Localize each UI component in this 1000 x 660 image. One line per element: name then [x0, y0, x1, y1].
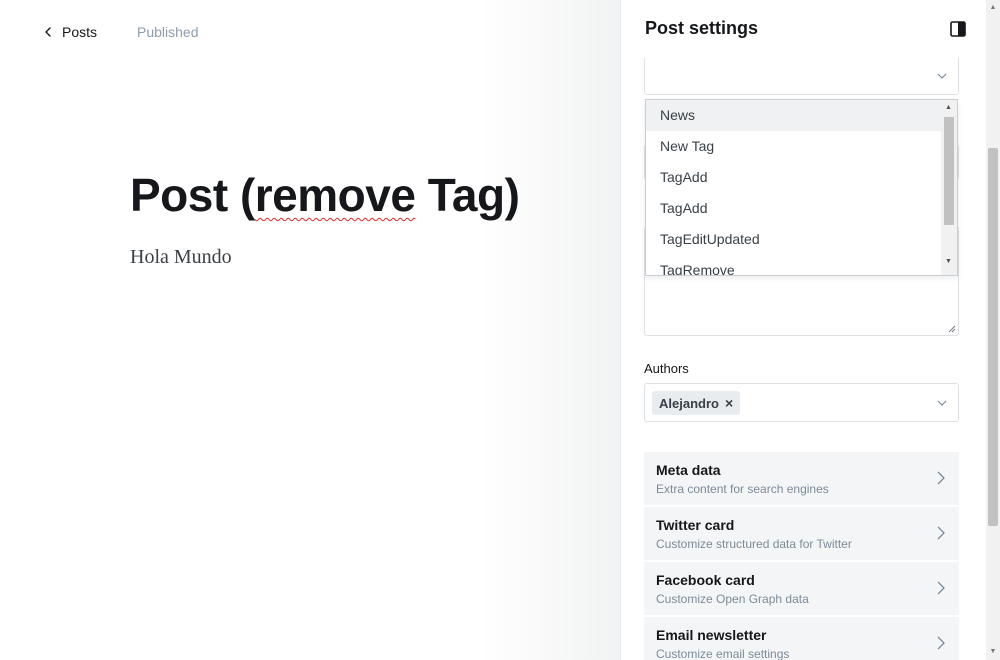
back-to-posts-link[interactable]: Posts — [40, 24, 97, 40]
post-title-start: Post ( — [130, 169, 255, 221]
tag-option[interactable]: TagRemove — [646, 255, 942, 275]
author-name: Alejandro — [659, 395, 719, 411]
section-subtitle: Extra content for search engines — [656, 482, 829, 496]
tag-option[interactable]: TagEditUpdated — [646, 224, 942, 255]
chevron-right-icon — [937, 636, 945, 650]
tags-dropdown[interactable]: News New Tag TagAdd TagAdd TagEditUpdate… — [645, 99, 958, 276]
post-editor: Posts Published Post (remove Tag) Hola M… — [0, 0, 620, 660]
section-title: Meta data — [656, 462, 721, 478]
section-subtitle: Customize Open Graph data — [656, 592, 809, 606]
dropdown-scrollbar-thumb[interactable] — [944, 117, 954, 225]
back-link-label: Posts — [62, 24, 98, 40]
close-icon[interactable]: × — [725, 395, 733, 411]
meta-data-section[interactable]: Meta data Extra content for search engin… — [644, 452, 959, 505]
authors-label: Authors — [644, 361, 689, 376]
post-title-misspelled: remove — [254, 169, 416, 221]
section-subtitle: Customize structured data for Twitter — [656, 537, 852, 551]
panel-scrollbar-thumb[interactable] — [988, 148, 998, 526]
facebook-card-section[interactable]: Facebook card Customize Open Graph data — [644, 562, 959, 615]
tag-option[interactable]: TagAdd — [646, 193, 942, 224]
email-newsletter-section[interactable]: Email newsletter Customize email setting… — [644, 617, 959, 660]
section-title: Facebook card — [656, 572, 755, 588]
author-chip: Alejandro × — [652, 391, 741, 415]
scroll-down-arrow[interactable]: ▼ — [989, 648, 997, 656]
tag-option[interactable]: New Tag — [646, 131, 942, 162]
resize-handle-icon[interactable] — [948, 325, 956, 333]
panel-scrollbar[interactable]: ▲ ▼ — [986, 0, 1000, 660]
chevron-right-icon — [937, 581, 945, 595]
post-title-end: Tag) — [415, 169, 520, 221]
chevron-left-icon — [45, 27, 51, 37]
twitter-card-section[interactable]: Twitter card Customize structured data f… — [644, 507, 959, 560]
authors-input[interactable]: Alejandro × — [644, 383, 959, 422]
tags-options-list: News New Tag TagAdd TagAdd TagEditUpdate… — [646, 100, 942, 275]
section-title: Twitter card — [656, 517, 735, 533]
chevron-right-icon — [937, 526, 945, 540]
sidebar-toggle-icon[interactable] — [949, 20, 967, 38]
dropdown-scrollbar[interactable]: ▲ ▼ — [941, 100, 957, 275]
scroll-up-arrow[interactable]: ▲ — [989, 4, 997, 12]
tag-option[interactable]: TagAdd — [646, 162, 942, 193]
post-status: Published — [137, 24, 199, 40]
chevron-down-icon — [937, 400, 947, 406]
chevron-down-icon — [937, 73, 947, 79]
tag-option[interactable]: News — [646, 100, 942, 131]
panel-title: Post settings — [645, 18, 759, 38]
dropdown-scroll-up-arrow[interactable]: ▲ — [945, 104, 952, 112]
editor-topbar: Posts Published — [40, 24, 199, 40]
post-title[interactable]: Post (remove Tag) — [130, 168, 520, 222]
dropdown-scroll-down-arrow[interactable]: ▼ — [945, 258, 952, 266]
panel-header: Post settings — [645, 18, 967, 39]
section-subtitle: Customize email settings — [656, 647, 790, 660]
post-body[interactable]: Hola Mundo — [130, 246, 232, 269]
chevron-right-icon — [937, 471, 945, 485]
editor-fade-overlay — [480, 0, 620, 660]
tags-input[interactable] — [644, 58, 959, 95]
section-title: Email newsletter — [656, 627, 767, 643]
